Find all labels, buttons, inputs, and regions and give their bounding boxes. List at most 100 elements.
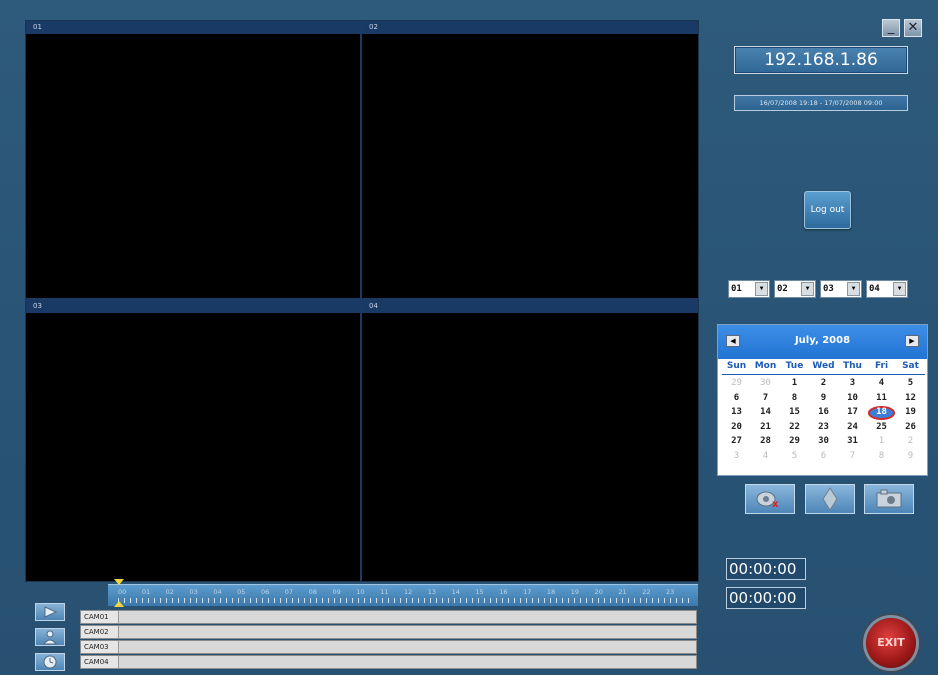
calendar-day[interactable]: 7 — [838, 449, 867, 464]
calendar-day-selected[interactable]: 18 — [867, 405, 896, 420]
video-pane-03[interactable]: 03 — [26, 300, 360, 581]
calendar-week: 20 21 22 23 24 25 26 — [722, 420, 925, 435]
svg-text:x: x — [772, 499, 779, 510]
start-time-field[interactable]: 00:00:00 — [726, 558, 806, 580]
timeline-hour: 08 — [308, 588, 317, 596]
calendar-day[interactable]: 13 — [722, 405, 751, 420]
recording-range: 16/07/2008 19:18 - 17/07/2008 09:00 — [734, 95, 908, 111]
clock-button[interactable] — [35, 653, 65, 671]
calendar-day[interactable]: 3 — [838, 376, 867, 391]
user-button[interactable] — [35, 628, 65, 646]
calendar-day[interactable]: 4 — [751, 449, 780, 464]
end-time-field[interactable]: 00:00:00 — [726, 587, 806, 609]
calendar-day[interactable]: 25 — [867, 420, 896, 435]
calendar-day[interactable]: 14 — [751, 405, 780, 420]
channel-track-label: CAM01 — [81, 611, 119, 623]
calendar-day[interactable]: 9 — [809, 391, 838, 406]
calendar-day[interactable]: 15 — [780, 405, 809, 420]
calendar-day[interactable]: 31 — [838, 434, 867, 449]
camera-delete-button[interactable]: x — [745, 484, 795, 514]
video-pane-02[interactable]: 02 — [362, 21, 698, 298]
channel-select-4-value: 04 — [869, 284, 880, 294]
grid-divider-vertical — [360, 21, 362, 581]
timeline-hour: 03 — [189, 588, 198, 596]
calendar-day[interactable]: 3 — [722, 449, 751, 464]
snapshot-button[interactable] — [864, 484, 914, 514]
calendar-day[interactable]: 16 — [809, 405, 838, 420]
chevron-down-icon[interactable]: ▼ — [755, 282, 768, 296]
channel-track-label: CAM02 — [81, 626, 119, 638]
timeline-hour: 21 — [618, 588, 627, 596]
calendar-day[interactable]: 2 — [809, 376, 838, 391]
channel-select-3-value: 03 — [823, 284, 834, 294]
video-pane-04[interactable]: 04 — [362, 300, 698, 581]
channel-select-4[interactable]: 04 ▼ — [866, 280, 908, 298]
play-button[interactable] — [35, 603, 65, 621]
calendar-day[interactable]: 22 — [780, 420, 809, 435]
calendar-day[interactable]: 30 — [809, 434, 838, 449]
calendar-day[interactable]: 30 — [751, 376, 780, 391]
calendar-day[interactable]: 19 — [896, 405, 925, 420]
calendar-next-month[interactable]: ▶ — [905, 335, 919, 347]
calendar-day[interactable]: 11 — [867, 391, 896, 406]
calendar-day[interactable]: 20 — [722, 420, 751, 435]
timeline-hour: 00 — [118, 588, 127, 596]
timeline-hour: 17 — [523, 588, 532, 596]
chevron-down-icon[interactable]: ▼ — [893, 282, 906, 296]
chevron-right-icon: ▶ — [909, 337, 915, 345]
calendar-day[interactable]: 26 — [896, 420, 925, 435]
timeline-cursor-bottom[interactable] — [114, 601, 124, 607]
calendar-day[interactable]: 12 — [896, 391, 925, 406]
channel-track-3[interactable]: CAM03 — [80, 640, 697, 654]
calendar-day[interactable]: 21 — [751, 420, 780, 435]
diamond-button[interactable] — [805, 484, 855, 514]
server-ip-display: 192.168.1.86 — [734, 46, 908, 74]
diamond-icon — [822, 487, 838, 511]
calendar-day[interactable]: 8 — [867, 449, 896, 464]
calendar-day[interactable]: 27 — [722, 434, 751, 449]
channel-select-1-value: 01 — [731, 284, 742, 294]
chevron-down-icon[interactable]: ▼ — [847, 282, 860, 296]
calendar-days: 29 30 1 2 3 4 5 6 7 8 9 10 11 12 13 14 1… — [722, 376, 925, 463]
timeline-hour: 18 — [546, 588, 556, 596]
calendar-week: 27 28 29 30 31 1 2 — [722, 434, 925, 449]
calendar-day[interactable]: 1 — [780, 376, 809, 391]
snapshot-icon — [876, 489, 902, 508]
channel-track-2[interactable]: CAM02 — [80, 625, 697, 639]
calendar-weekday-header: Sun Mon Tue Wed Thu Fri Sat — [722, 361, 925, 373]
channel-select-3[interactable]: 03 ▼ — [820, 280, 862, 298]
calendar-day[interactable]: 7 — [751, 391, 780, 406]
selected-day-label: 18 — [876, 407, 887, 417]
channel-select-1[interactable]: 01 ▼ — [728, 280, 770, 298]
logout-button[interactable]: Log out — [804, 191, 851, 229]
calendar-day[interactable]: 5 — [780, 449, 809, 464]
calendar-week: 6 7 8 9 10 11 12 — [722, 391, 925, 406]
minimize-button[interactable]: _ — [882, 19, 900, 37]
calendar-day[interactable]: 28 — [751, 434, 780, 449]
channel-track-1[interactable]: CAM01 — [80, 610, 697, 624]
calendar-day[interactable]: 8 — [780, 391, 809, 406]
calendar-day[interactable]: 29 — [722, 376, 751, 391]
calendar-day[interactable]: 10 — [838, 391, 867, 406]
calendar-day[interactable]: 2 — [896, 434, 925, 449]
calendar-day[interactable]: 17 — [838, 405, 867, 420]
channel-track-4[interactable]: CAM04 — [80, 655, 697, 669]
channel-track-label: CAM03 — [81, 641, 119, 653]
calendar-day[interactable]: 1 — [867, 434, 896, 449]
calendar-day[interactable]: 6 — [722, 391, 751, 406]
timeline-hour: 22 — [642, 588, 651, 596]
calendar-day[interactable]: 24 — [838, 420, 867, 435]
video-pane-01[interactable]: 01 — [26, 21, 360, 298]
calendar-day[interactable]: 9 — [896, 449, 925, 464]
close-button[interactable]: ✕ — [904, 19, 922, 37]
chevron-down-icon[interactable]: ▼ — [801, 282, 814, 296]
calendar-day[interactable]: 23 — [809, 420, 838, 435]
calendar-day[interactable]: 29 — [780, 434, 809, 449]
exit-button[interactable]: EXIT — [866, 618, 916, 668]
timeline-cursor-top[interactable] — [114, 579, 124, 585]
calendar-day[interactable]: 5 — [896, 376, 925, 391]
calendar-day[interactable]: 6 — [809, 449, 838, 464]
weekday-label: Mon — [754, 361, 777, 371]
channel-select-2[interactable]: 02 ▼ — [774, 280, 816, 298]
calendar-day[interactable]: 4 — [867, 376, 896, 391]
